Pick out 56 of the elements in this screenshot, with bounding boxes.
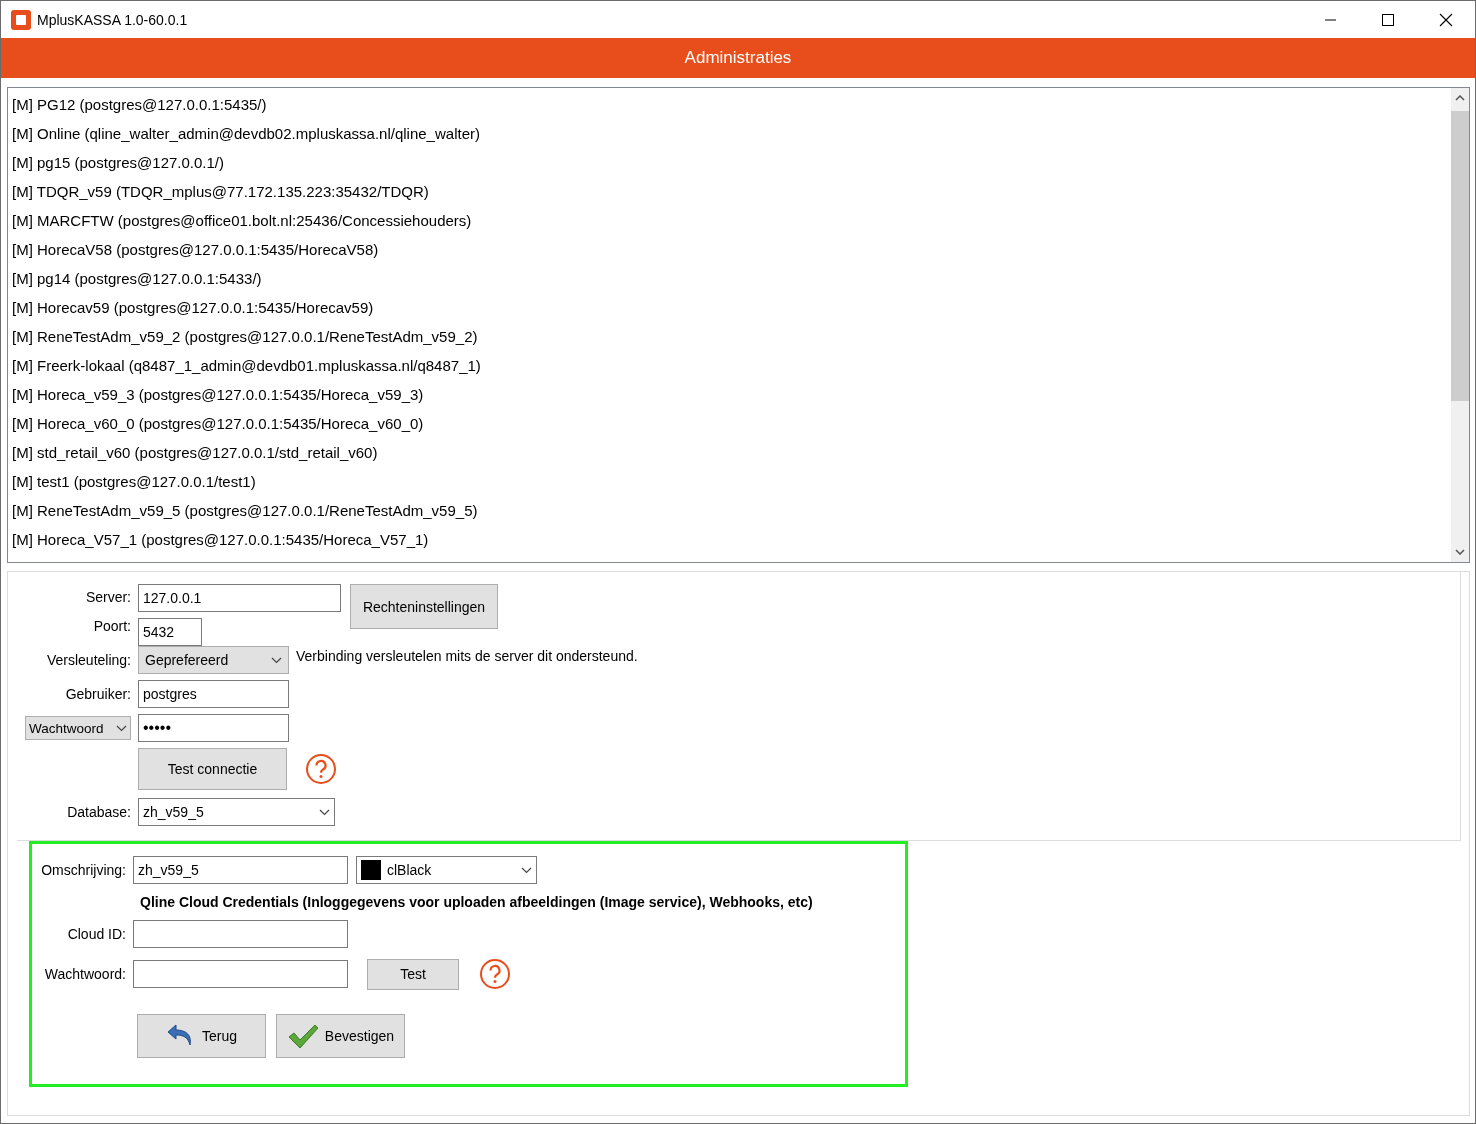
administration-item[interactable]: [M] Online (qline_walter_admin@devdb02.mpluskassa.nl/qline_walter)	[8, 119, 1451, 148]
scrollbar-thumb[interactable]	[1451, 111, 1469, 401]
administration-item[interactable]: [M] MARCFTW (postgres@office01.bolt.nl:25436/Concessiehouders)	[8, 206, 1451, 235]
administration-item[interactable]: [M] Horecav59 (postgres@127.0.0.1:5435/Horecav59)	[8, 293, 1451, 322]
scroll-up-icon[interactable]	[1455, 95, 1465, 101]
scroll-down-icon[interactable]	[1455, 549, 1465, 555]
scrollbar[interactable]	[1451, 88, 1469, 562]
port-field[interactable]: 5432	[138, 618, 202, 646]
cloud-credentials-heading: Qline Cloud Credentials (Inloggegevens voor uploaden afbeeldingen (Image service), Webhooks, etc)	[140, 894, 813, 910]
administration-item[interactable]: [M] std_retail_v60 (postgres@127.0.0.1/std_retail_v60)	[8, 438, 1451, 467]
encryption-label: Versleuteling:	[45, 652, 131, 668]
user-label: Gebruiker:	[64, 686, 131, 702]
test-connection-button[interactable]: Test connectie	[138, 748, 287, 790]
auth-mode-dropdown[interactable]: Wachtwoord	[25, 716, 131, 740]
cloud-password-field[interactable]	[133, 960, 348, 988]
administration-item[interactable]: [M] test1 (postgres@127.0.0.1/test1)	[8, 467, 1451, 496]
chevron-down-icon	[116, 724, 127, 732]
server-field[interactable]: 127.0.0.1	[138, 584, 341, 612]
app-logo-icon	[11, 9, 31, 30]
cloud-id-field[interactable]	[133, 920, 348, 948]
back-button[interactable]: Terug	[137, 1014, 266, 1058]
description-label: Omschrijving:	[40, 862, 126, 878]
cloud-id-label: Cloud ID:	[66, 926, 126, 942]
administration-item[interactable]: [M] Horeca_v60_0 (postgres@127.0.0.1:5435/Horeca_v60_0)	[8, 409, 1451, 438]
rights-settings-button[interactable]: Rechteninstellingen	[350, 584, 498, 629]
port-label: Poort:	[92, 618, 131, 634]
database-dropdown[interactable]: zh_v59_5	[138, 798, 335, 826]
administration-item[interactable]: [M] Freerk-lokaal (q8487_1_admin@devdb01.mpluskassa.nl/q8487_1)	[8, 351, 1451, 380]
checkmark-icon	[286, 1023, 319, 1049]
chevron-down-icon	[271, 656, 282, 664]
confirm-button[interactable]: Bevestigen	[276, 1014, 405, 1058]
administration-item[interactable]: [M] pg15 (postgres@127.0.0.1/)	[8, 148, 1451, 177]
administration-item[interactable]: [M] ReneTestAdm_v59_2 (postgres@127.0.0.1/ReneTestAdm_v59_2)	[8, 322, 1451, 351]
administration-item[interactable]: [M] TDQR_v59 (TDQR_mplus@77.172.135.223:35432/TDQR)	[8, 177, 1451, 206]
chevron-down-icon	[319, 808, 330, 816]
database-label: Database:	[66, 804, 131, 820]
cloud-password-label: Wachtwoord:	[43, 966, 126, 982]
encryption-note: Verbinding versleutelen mits de server dit ondersteund.	[296, 648, 638, 664]
administration-item[interactable]: [M] Horeca_v59_3 (postgres@127.0.0.1:5435/Horeca_v59_3)	[8, 380, 1451, 409]
administration-item[interactable]: [M] ReneTestAdm_v59_5 (postgres@127.0.0.1/ReneTestAdm_v59_5)	[8, 496, 1451, 525]
administration-item[interactable]: [M] pg14 (postgres@127.0.0.1:5433/)	[8, 264, 1451, 293]
color-dropdown[interactable]: clBlack	[356, 856, 537, 884]
administration-item[interactable]: [M] PG12 (postgres@127.0.0.1:5435/)	[8, 90, 1451, 119]
administration-item[interactable]: [M] Horeca_V57_1 (postgres@127.0.0.1:5435/Horeca_V57_1)	[8, 525, 1451, 554]
help-icon[interactable]	[305, 753, 337, 785]
header-title: Administraties	[684, 48, 792, 68]
server-label: Server:	[84, 589, 131, 605]
window-title: MplusKASSA 1.0-60.0.1	[37, 11, 189, 28]
user-field[interactable]: postgres	[138, 680, 289, 708]
chevron-down-icon	[521, 866, 532, 874]
administration-item[interactable]: [M] HorecaV58 (postgres@127.0.0.1:5435/HorecaV58)	[8, 235, 1451, 264]
description-field[interactable]: zh_v59_5	[133, 856, 348, 884]
test-button[interactable]: Test	[367, 958, 459, 990]
encryption-dropdown[interactable]: Geprefereerd	[138, 646, 289, 674]
password-field[interactable]: •••••	[138, 714, 289, 742]
help-icon[interactable]	[479, 958, 511, 990]
